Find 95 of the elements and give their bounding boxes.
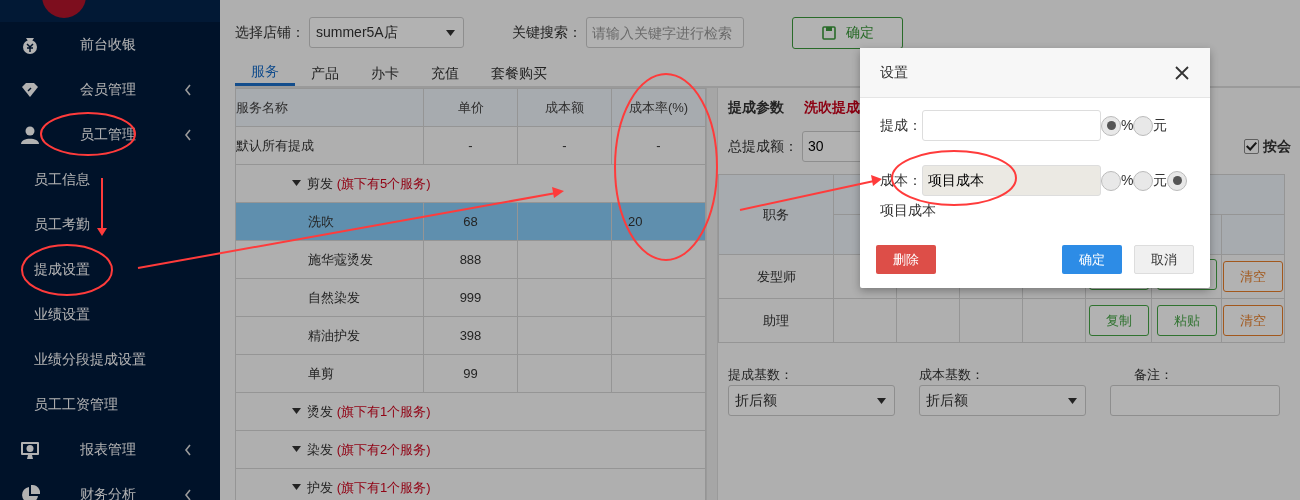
caret-icon xyxy=(292,446,301,453)
table-cell: 68 xyxy=(463,213,478,229)
radio-label: 元 xyxy=(1153,116,1168,135)
table-cell: 999 xyxy=(459,289,482,305)
section-title: 提成参数 xyxy=(728,97,784,117)
pie-chart-icon xyxy=(20,484,40,500)
caret-icon xyxy=(292,408,301,415)
input-field[interactable] xyxy=(922,110,1101,141)
table-cell: 助理 xyxy=(763,312,789,328)
chevron-icon xyxy=(184,443,192,456)
table-cell: 发型师 xyxy=(756,268,796,284)
sidebar-subitem[interactable]: 业绩分段提成设置 xyxy=(0,337,220,382)
store-select[interactable]: summer5A店 xyxy=(309,17,464,48)
field-label: 成本基数： xyxy=(919,366,985,384)
table-cell: - xyxy=(468,137,473,153)
table-row[interactable]: 洗吹 68 20 xyxy=(235,202,706,241)
search-field[interactable]: 请输入关键字进行检索 xyxy=(586,17,744,48)
table-cell: 888 xyxy=(459,251,482,267)
table-cell: 洗吹 xyxy=(308,213,334,229)
annotation-arrow xyxy=(97,177,107,236)
radio-button[interactable] xyxy=(1101,115,1121,136)
table-cell: - xyxy=(656,137,661,153)
group-row[interactable]: 染发 (旗下有2个服务) xyxy=(235,430,706,469)
monitor-chart-icon xyxy=(20,439,40,460)
confirm-button[interactable]: 确定 xyxy=(1062,245,1122,274)
table-row[interactable]: 精油护发 398 xyxy=(235,316,706,355)
delete-button[interactable]: 删除 xyxy=(876,245,936,274)
field-label: 备注： xyxy=(1133,366,1174,384)
table-cell: 398 xyxy=(459,327,482,343)
radio-button[interactable] xyxy=(1167,170,1188,191)
table-cell: 自然染发 xyxy=(308,289,360,305)
radio-label: % xyxy=(1121,116,1134,135)
cost-base-select[interactable]: 折后额 xyxy=(919,384,1086,416)
commission-base-select[interactable]: 折后额 xyxy=(728,384,895,416)
radio-label: 元 xyxy=(1153,171,1168,190)
cancel-button[interactable]: 取消 xyxy=(1134,245,1194,274)
chevron-icon xyxy=(184,488,192,500)
column-header: 服务名称 xyxy=(235,88,424,127)
group-row[interactable]: 烫发 (旗下有1个服务) xyxy=(235,392,706,431)
table-row[interactable]: 默认所有提成 - - - xyxy=(235,126,706,165)
table-row[interactable]: 施华蔻烫发 888 xyxy=(235,240,706,279)
group-row[interactable]: 护发 (旗下有1个服务) xyxy=(235,468,706,500)
table-cell: 默认所有提成 xyxy=(236,137,314,153)
table-row[interactable]: 单剪 99 xyxy=(235,354,706,393)
sidebar-item[interactable]: 会员管理 xyxy=(0,67,220,112)
table-cell: 20 xyxy=(628,213,643,229)
hint-text: 项目成本 xyxy=(880,202,936,218)
sidebar-subitem[interactable]: 提成设置 xyxy=(0,247,220,292)
caret-icon xyxy=(292,484,301,491)
column-header: 职务 xyxy=(763,206,789,222)
dropdown-arrow-icon xyxy=(1068,397,1077,404)
tab[interactable]: 充值 xyxy=(415,60,475,86)
dropdown-arrow-icon xyxy=(446,30,455,36)
group-row[interactable]: 剪发 (旗下有5个服务) xyxy=(235,164,706,203)
close-button[interactable] xyxy=(1174,64,1190,81)
table-cell: 单剪 xyxy=(308,365,334,381)
radio-button[interactable] xyxy=(1101,170,1121,191)
total-label: 总提成额： xyxy=(728,136,798,156)
sidebar-item[interactable]: 报表管理 xyxy=(0,427,220,472)
member-checkbox[interactable] xyxy=(1244,138,1259,154)
table-cell: 99 xyxy=(463,365,478,381)
checkbox-label: 按会 xyxy=(1263,136,1291,156)
store-label: 选择店铺： xyxy=(235,23,305,42)
dialog-title: 设置 xyxy=(880,63,908,82)
save-icon xyxy=(821,25,836,40)
sidebar-subitem[interactable]: 员工考勤 xyxy=(0,202,220,247)
chevron-icon xyxy=(184,83,192,96)
radio-button[interactable] xyxy=(1133,170,1154,191)
table-cell: 施华蔻烫发 xyxy=(308,251,373,267)
sidebar-subitem[interactable]: 业绩设置 xyxy=(0,292,220,337)
caret-icon xyxy=(292,180,301,187)
tab[interactable]: 办卡 xyxy=(355,60,415,86)
input-field[interactable]: 项目成本 xyxy=(922,165,1101,196)
table-cell: - xyxy=(562,137,567,153)
column-header: 成本额 xyxy=(517,88,612,127)
sidebar-item[interactable]: 财务分析 xyxy=(0,472,220,500)
sidebar-subitem[interactable]: 员工工资管理 xyxy=(0,382,220,427)
column-header: 单价 xyxy=(423,88,518,127)
field-label: 提成： xyxy=(880,116,922,135)
dropdown-arrow-icon xyxy=(877,397,886,404)
field-label: 提成基数： xyxy=(728,366,794,384)
table-cell: 精油护发 xyxy=(308,327,360,343)
radio-label: % xyxy=(1121,171,1134,190)
section-subtitle: 洗吹提成 xyxy=(804,97,860,117)
person-icon xyxy=(20,124,40,145)
sidebar-item[interactable]: 前台收银 xyxy=(0,22,220,67)
column-header: 成本率(%) xyxy=(611,88,706,127)
sidebar-subitem[interactable]: 员工信息 xyxy=(0,157,220,202)
chevron-icon xyxy=(184,128,192,141)
tab[interactable]: 套餐购买 xyxy=(475,60,563,86)
radio-button[interactable] xyxy=(1133,115,1154,136)
table-row[interactable]: 自然染发 999 xyxy=(235,278,706,317)
search-label: 关键搜索： xyxy=(512,23,582,42)
tab[interactable]: 产品 xyxy=(295,60,355,86)
remark-field[interactable] xyxy=(1110,384,1280,416)
